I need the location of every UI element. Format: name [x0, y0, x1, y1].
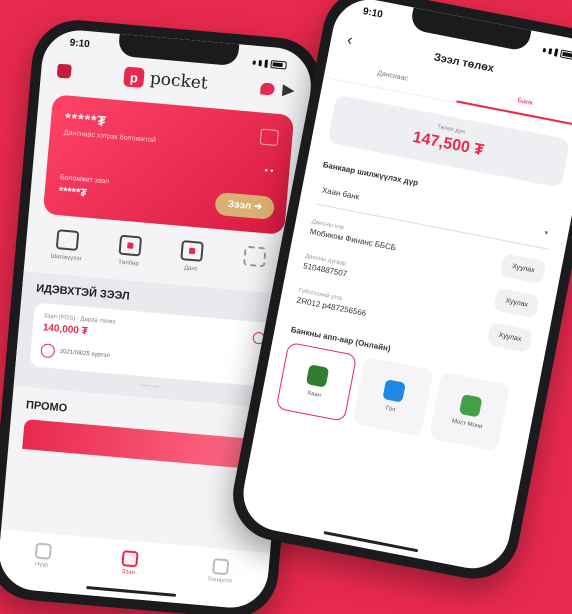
due-progress-icon: [40, 343, 56, 359]
loan-button[interactable]: Зээл ➜: [214, 191, 276, 220]
available-loan-value: *****₮: [58, 185, 88, 200]
copy-button[interactable]: Хуулах: [493, 287, 540, 319]
signal-bar: [258, 60, 262, 67]
most-money-icon: [458, 393, 483, 418]
bank-select-value: Хаан банк: [321, 185, 360, 202]
copy-button[interactable]: Хуулах: [486, 322, 534, 353]
signal-icon: [252, 60, 256, 65]
home-icon: [34, 542, 52, 560]
quick-action-label: Төлбөр: [117, 259, 140, 268]
tab-bar: Нүүр Зээл Тохиргоо: [0, 529, 271, 611]
signal-bar: [553, 48, 559, 57]
chevron-down-icon: ▾: [543, 229, 549, 238]
copy-text: Дансны дугаар 5104887507: [302, 253, 349, 278]
tab-label: Нүүр: [34, 561, 49, 569]
quick-action-payment[interactable]: Төлбөр: [103, 233, 156, 268]
signal-icon: [542, 47, 547, 53]
app-logo: p pocket: [123, 66, 209, 94]
home-indicator[interactable]: [86, 586, 177, 597]
bank-app-gol[interactable]: Гол: [352, 356, 434, 437]
bag-icon[interactable]: [56, 63, 72, 79]
tab-label: Зээл: [121, 569, 136, 577]
available-loan-label: Боломжит зээл: [59, 174, 110, 186]
send-icon[interactable]: [281, 84, 295, 98]
bank-app-name: Хаан: [306, 390, 322, 399]
signal-bar: [548, 48, 553, 55]
bank-app-mostmoney[interactable]: Мост Мони: [428, 371, 511, 452]
logo-text: pocket: [149, 68, 209, 94]
quick-action-label: Данс: [183, 265, 198, 273]
tab-loan[interactable]: Зээл: [120, 550, 139, 577]
account-card[interactable]: *****₮ Данснаас хэтрэх боломжтой • • Бол…: [42, 94, 295, 235]
status-icons: [252, 54, 287, 75]
wallet-icon: [55, 229, 80, 252]
pocket-logo-icon: p: [123, 66, 145, 89]
tab-label: Тохиргоо: [206, 576, 233, 585]
battery-icon: [559, 49, 572, 61]
quick-action-scan[interactable]: [228, 244, 281, 279]
card-chip-icon: [259, 128, 279, 147]
copy-text: Дансны нэр Мобиком Финанс ББСБ: [309, 219, 398, 252]
home-indicator[interactable]: [323, 531, 419, 553]
copy-text: Гүйлгээний утга ZR012 p487256566: [296, 288, 369, 318]
loan-icon: [120, 550, 139, 568]
golomt-bank-icon: [382, 379, 406, 403]
quick-action-account[interactable]: Данс: [166, 239, 219, 274]
calendar-icon: [180, 240, 205, 262]
status-time: 9:10: [69, 37, 91, 51]
status-time: 9:10: [361, 6, 384, 21]
card-dots: • •: [264, 165, 274, 176]
copy-button[interactable]: Хуулах: [500, 253, 547, 285]
scan-icon: [242, 245, 267, 268]
tab-home[interactable]: Нүүр: [33, 542, 52, 569]
quick-action-transfer[interactable]: Шилжүүлэг: [41, 228, 94, 263]
tab-settings[interactable]: Тохиргоо: [207, 558, 234, 585]
loan-due-text: 2021/08/25 хүртэл: [59, 348, 110, 360]
bank-app-name: Гол: [385, 405, 396, 414]
bank-app-name: Мост Мони: [451, 418, 483, 431]
signal-bar: [264, 59, 269, 68]
bank-app-khan[interactable]: Хаан: [275, 341, 358, 422]
battery-icon: [270, 60, 287, 70]
khan-bank-icon: [305, 364, 330, 388]
chat-icon[interactable]: [259, 82, 275, 96]
quick-action-label: Шилжүүлэг: [50, 253, 82, 263]
payment-icon: [118, 234, 142, 257]
settings-icon: [212, 558, 230, 576]
bank-app-list: Хаан Гол Мост Мони: [275, 341, 523, 454]
header-actions: [259, 82, 295, 98]
